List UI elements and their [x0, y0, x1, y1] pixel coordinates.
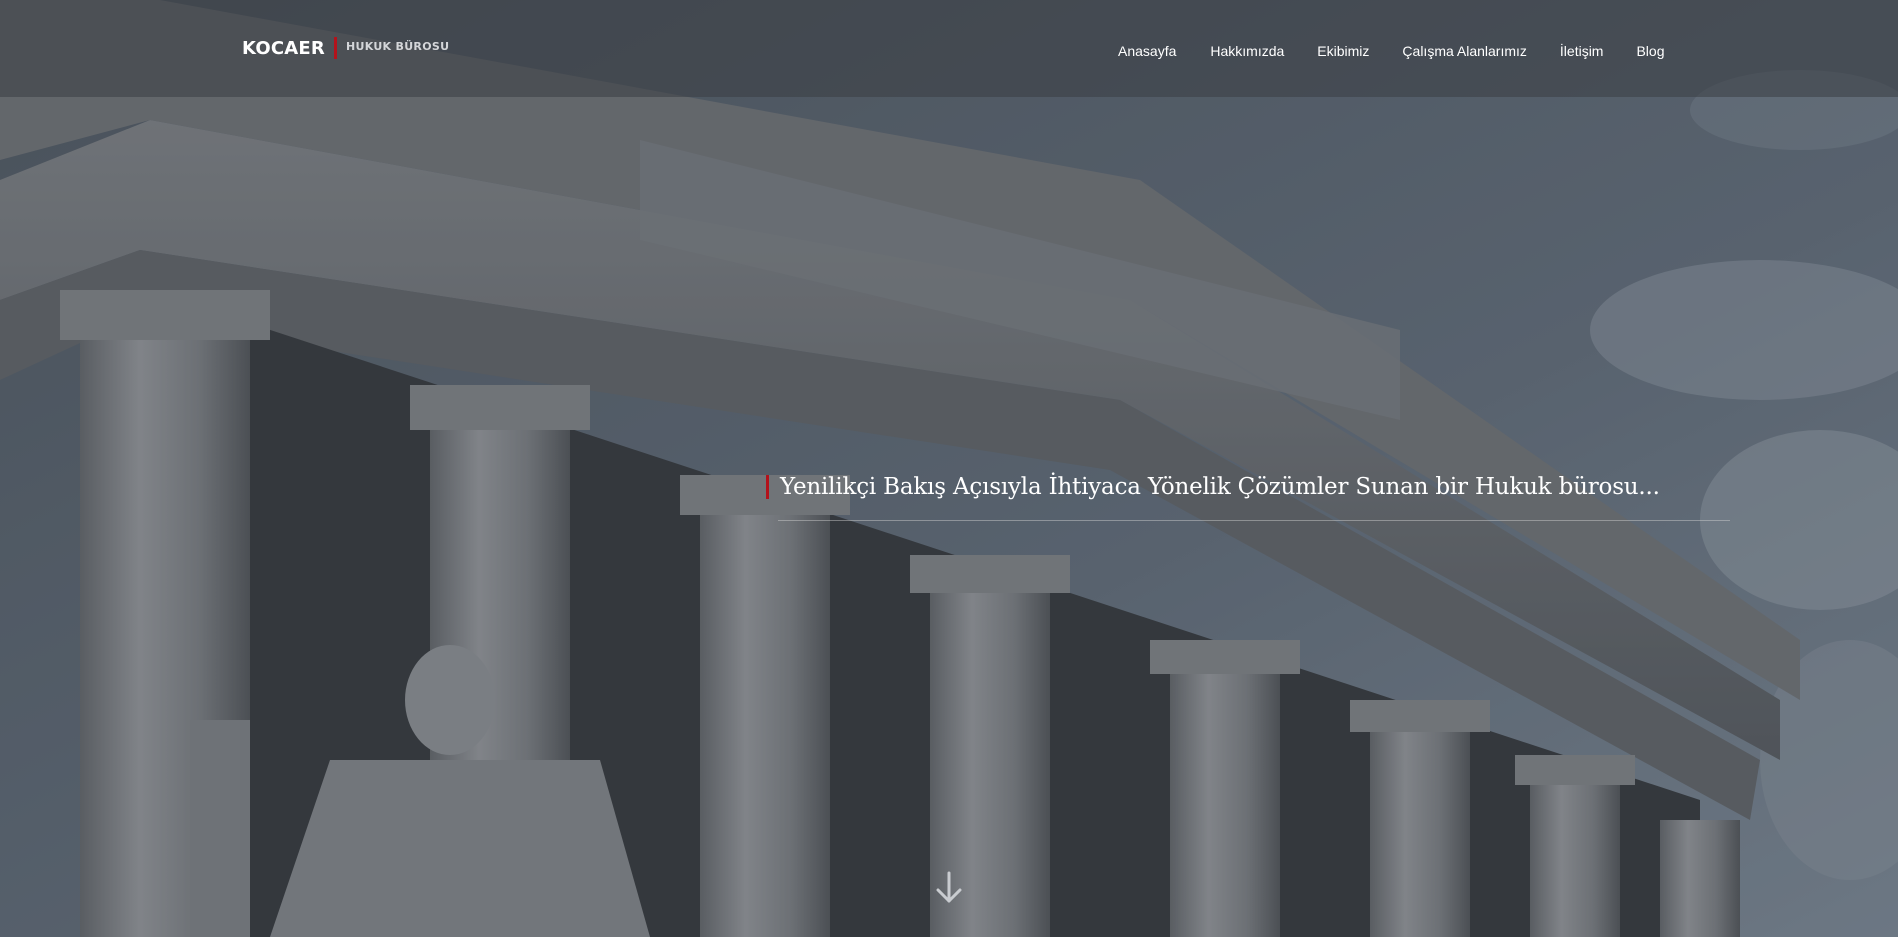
main-menu: Anasayfa Hakkımızda Ekibimiz Çalışma Ala… — [1118, 43, 1665, 59]
nav-link-hakkimizda[interactable]: Hakkımızda — [1210, 43, 1284, 59]
slogan-line: Yenilikçi Bakış Açısıyla İhtiyaca Yöneli… — [766, 470, 1730, 504]
nav-item-calisma-alanlarimiz: Çalışma Alanlarımız — [1402, 43, 1526, 59]
nav-link-calisma-alanlarimiz[interactable]: Çalışma Alanlarımız — [1402, 43, 1526, 59]
arrow-down-icon[interactable] — [933, 870, 965, 906]
nav-item-iletisim: İletişim — [1560, 43, 1604, 59]
nav-link-ekibimiz[interactable]: Ekibimiz — [1317, 43, 1369, 59]
slogan-accent-bar — [766, 475, 769, 499]
nav-link-anasayfa[interactable]: Anasayfa — [1118, 43, 1176, 59]
nav-item-ekibimiz: Ekibimiz — [1317, 43, 1369, 59]
brand-logo[interactable]: KOCAER HUKUK BÜROSU — [242, 36, 449, 60]
nav-link-iletisim[interactable]: İletişim — [1560, 43, 1604, 59]
slogan-divider — [778, 520, 1730, 521]
hero-slogan: Yenilikçi Bakış Açısıyla İhtiyaca Yöneli… — [766, 470, 1730, 521]
top-navbar: KOCAER HUKUK BÜROSU Anasayfa Hakkımızda … — [0, 0, 1898, 97]
brand-subtitle: HUKUK BÜROSU — [345, 39, 450, 53]
brand-divider — [333, 37, 337, 59]
nav-link-blog[interactable]: Blog — [1636, 43, 1664, 59]
nav-item-blog: Blog — [1636, 43, 1664, 59]
hero-overlay — [0, 0, 1898, 937]
slogan-text: Yenilikçi Bakış Açısıyla İhtiyaca Yöneli… — [780, 474, 1660, 500]
brand-name: KOCAER — [242, 37, 325, 59]
nav-item-anasayfa: Anasayfa — [1118, 43, 1176, 59]
hero-section: KOCAER HUKUK BÜROSU Anasayfa Hakkımızda … — [0, 0, 1898, 937]
nav-item-hakkimizda: Hakkımızda — [1210, 43, 1284, 59]
